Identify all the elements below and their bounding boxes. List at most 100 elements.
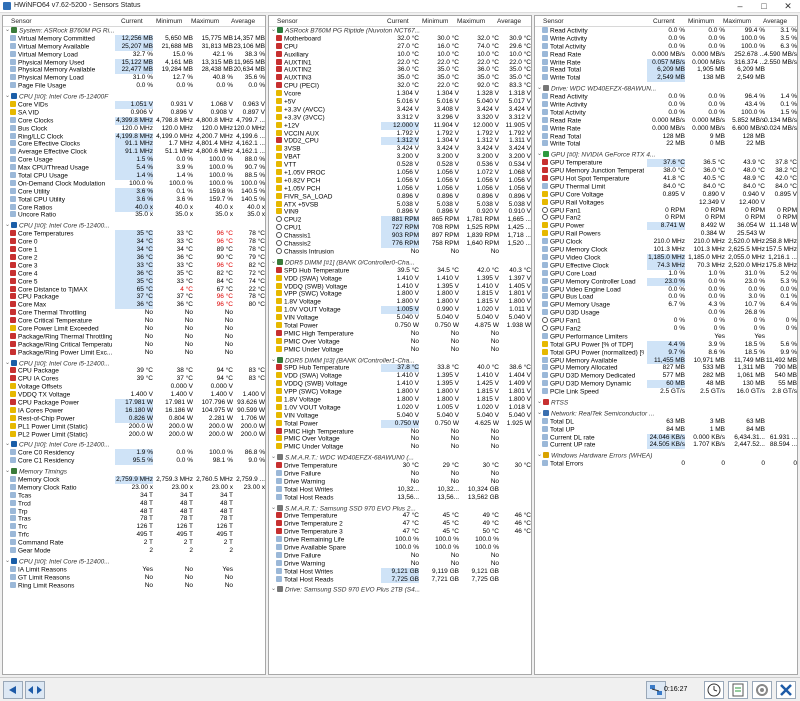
sensor-row[interactable]: Virtual Memory Load 32.7 % 15.0 % 42.1 % 38.…	[3, 50, 265, 59]
collapse-chevron-icon[interactable]: ⌄	[5, 27, 10, 35]
sensor-row[interactable]: 1.8V Voltage 1.800 V 1.800 V 1.815 V 1.800 V	[269, 298, 531, 306]
sensor-row[interactable]: Max CPU/Thread Usage 5.4 % 3.9 % 100.0 % 90.…	[3, 164, 265, 173]
collapse-left-icon[interactable]	[3, 681, 23, 699]
sensor-row[interactable]: Total Power 0.750 W 0.750 W 4.625 W 1.925 W	[269, 419, 531, 428]
sensor-group-header[interactable]: ⌄ RTSS	[535, 398, 797, 407]
sensor-row[interactable]: Tras 78 T 78 T 78 T	[3, 515, 265, 523]
header-maximum[interactable]: Maximum	[191, 18, 219, 25]
header-average[interactable]: Average	[763, 18, 787, 25]
sensor-row[interactable]: CPU Package Power 17.981 W 17.981 W 107.796…	[3, 398, 265, 407]
collapse-chevron-icon[interactable]: ⌄	[537, 85, 542, 93]
collapse-chevron-icon[interactable]: ⌄	[271, 27, 276, 35]
sensor-row[interactable]: Total Activity 0.0 % 0.0 % 100.0 % 1.5 %	[535, 108, 797, 117]
sensor-row[interactable]: Trcd 48 T 48 T 48 T	[3, 499, 265, 508]
sensor-row[interactable]: Drive Temperature 30 °C 29 °C 30 °C 30 °C	[269, 462, 531, 470]
sensor-row[interactable]: GPU Memory Junction Temperature 38.0 °C 36…	[535, 167, 797, 175]
sensor-row[interactable]: Trfc 495 T 495 T 495 T	[3, 531, 265, 539]
sensor-row[interactable]: Command Rate 2 T 2 T 2 T	[3, 539, 265, 547]
clock-icon[interactable]	[704, 681, 724, 699]
sensor-row[interactable]: FIVR_SA_LOAD 0.896 V 0.896 V 0.896 V 0.896 V	[269, 192, 531, 201]
sensor-row[interactable]: Read Activity 0.0 % 0.0 % 99.4 % 3.1 %	[535, 27, 797, 35]
expand-arrows-icon[interactable]	[25, 681, 45, 699]
sensor-row[interactable]: GPU D3D Memory Dynamic 60 MB 48 MB 130 MB 55…	[535, 380, 797, 389]
sensor-row[interactable]: CPU IA Cores 39 °C 37 °C 94 °C 83 °C	[3, 375, 265, 383]
sensor-row[interactable]: GPU Fan1 0 % 0 % 0 % 0 %	[535, 317, 797, 325]
sensor-row[interactable]: Write Rate 0.057 MB/s 0.000 MB/s 316.374 ..…	[535, 58, 797, 67]
network-icon[interactable]	[646, 681, 666, 699]
collapse-chevron-icon[interactable]: ⌄	[271, 357, 276, 365]
sensor-row[interactable]: PMIC High Temperature No No No	[269, 329, 531, 338]
sensor-row[interactable]: GPU Hot Spot Temperature 41.8 °C 40.5 °C 48…	[535, 175, 797, 183]
sensor-row[interactable]: Virtual Memory Committed 12,256 MB 5,650 M…	[3, 34, 265, 43]
header-current[interactable]: Current	[387, 18, 409, 25]
sensor-row[interactable]: VIN Voltage 5.040 V 5.040 V 5.040 V 5.040 V	[269, 411, 531, 420]
sensor-row[interactable]: Physical Memory Used 15,122 MB 4,161 MB 13,…	[3, 58, 265, 67]
sensor-row[interactable]: Average Effective Clock 91.1 MHz 51.1 MHz 4…	[3, 148, 265, 157]
sensor-row[interactable]: GPU Bus Load 0.0 % 0.0 % 3.0 % 0.1 %	[535, 293, 797, 301]
sensor-row[interactable]: +1.05V PCH 1.056 V 1.056 V 1.056 V 1.056 V	[269, 184, 531, 193]
collapse-chevron-icon[interactable]: ⌄	[271, 259, 276, 267]
sensor-row[interactable]: Core Max 36 °C 36 °C 96 °C 80 °C	[3, 301, 265, 310]
sensor-row[interactable]: GPU Power 8.741 W 8.492 W 36.054 W 11.148 W	[535, 222, 797, 231]
sensor-row[interactable]: SA VID 0.906 V 0.896 V 0.908 V 0.897 V	[3, 108, 265, 117]
sensor-row[interactable]: Core 0 34 °C 33 °C 96 °C 78 °C	[3, 238, 265, 247]
sensor-row[interactable]: VDDQ (SWB) Voltage 1.410 V 1.395 V 1.410 V 1…	[269, 282, 531, 291]
sensor-row[interactable]: Package/Ring Thermal Throttling No No No	[3, 332, 265, 341]
sensor-row[interactable]: PMIC Under Voltage No No No	[269, 345, 531, 354]
sensor-row[interactable]: Core C1 Residency 95.5 % 0.0 % 98.1 % 9.0 %	[3, 457, 265, 466]
sensor-row[interactable]: Memory Clock Ratio 23.00 x 23.00 x 23.00 x 2…	[3, 483, 265, 492]
sensor-row[interactable]: Total Activity 0.0 % 0.0 % 100.0 % 6.3 %	[535, 42, 797, 51]
sensor-row[interactable]: GPU Performance Limiters Yes Yes	[535, 332, 797, 341]
header-average[interactable]: Average	[497, 18, 521, 25]
column-header[interactable]: Sensor Current Minimum Maximum Average	[535, 16, 797, 27]
sensor-group-header[interactable]: ⌄ DDR5 DIMM [#1] (BANK 0/Controller0-Cha.…	[269, 258, 531, 267]
sensor-row[interactable]: Package/Ring Power Limit Exc... No No No	[3, 348, 265, 357]
collapse-chevron-icon[interactable]: ⌄	[271, 454, 276, 462]
sensor-row[interactable]: GPU Video Engine Load 0.0 % 0.0 % 0.0 % 0.0 …	[535, 285, 797, 294]
collapse-chevron-icon[interactable]: ⌄	[5, 558, 10, 566]
sensor-row[interactable]: Ring Limit Reasons No No No	[3, 581, 265, 590]
sensor-pane-2[interactable]: Sensor Current Minimum Maximum Average ⌄…	[268, 15, 532, 675]
sensor-row[interactable]: Core 3 33 °C 33 °C 96 °C 82 °C	[3, 261, 265, 270]
sensor-row[interactable]: Bus Clock 120.0 MHz 120.0 MHz 120.0 MHz 120.…	[3, 124, 265, 133]
collapse-chevron-icon[interactable]: ⌄	[5, 468, 10, 476]
sensor-row[interactable]: Core Critical Temperature No No No	[3, 317, 265, 325]
sensor-row[interactable]: VTT 0.528 V 0.528 V 0.536 V 0.534 V	[269, 161, 531, 169]
collapse-chevron-icon[interactable]: ⌄	[5, 93, 10, 101]
settings-icon[interactable]	[752, 681, 772, 699]
sensor-row[interactable]: SPD Hub Temperature 37.8 °C 33.8 °C 40.0 °C…	[269, 364, 531, 373]
sensor-row[interactable]: PMIC Over Voltage No No No	[269, 337, 531, 346]
sensor-row[interactable]: GPU Effective Clock 74.3 MHz 70.3 MHz 2,520…	[535, 261, 797, 270]
sensor-row[interactable]: 1.0V VOUT Voltage 1.020 V 1.005 V 1.020 V 1.…	[269, 403, 531, 412]
sensor-row[interactable]: VDD2_CPU 1.312 V 1.304 V 1.312 V 1.311 V	[269, 137, 531, 146]
sensor-row[interactable]: Core 5 35 °C 33 °C 84 °C 74 °C	[3, 277, 265, 286]
sensor-row[interactable]: Drive Warning No No No	[269, 477, 531, 486]
header-sensor[interactable]: Sensor	[277, 18, 298, 25]
sensor-row[interactable]: Page File Usage 0.0 % 0.0 % 0.0 % 0.0 %	[3, 82, 265, 90]
sensor-row[interactable]: Core Effective Clocks 91.1 MHz 1.7 MHz 4,80…	[3, 140, 265, 149]
sensor-row[interactable]: VDD (SWA) Voltage 1.410 V 1.410 V 1.395 V 1.…	[269, 274, 531, 283]
sensor-row[interactable]: GPU Fan1 0 RPM 0 RPM 0 RPM 0 RPM	[535, 206, 797, 215]
collapse-chevron-icon[interactable]: ⌄	[537, 452, 542, 460]
sensor-row[interactable]: Core Ratios 40.0 x 40.0 x 40.0 x 40.0 x	[3, 203, 265, 212]
sensor-row[interactable]: Read Rate 0.000 MB/s 0.000 MB/s 252.678 ...…	[535, 50, 797, 59]
sensor-row[interactable]: Write Activity 0.0 % 0.0 % 100.0 % 3.5 %	[535, 34, 797, 43]
header-sensor[interactable]: Sensor	[543, 18, 564, 25]
sensor-pane-1[interactable]: Sensor Current Minimum Maximum Average ⌄…	[2, 15, 266, 675]
sensor-row[interactable]: Physical Memory Available 22,477 MB 19,284…	[3, 66, 265, 75]
sensor-row[interactable]: Core Clocks 4,399.8 MHz 4,798.8 MHz 4,800.8…	[3, 116, 265, 125]
sensor-row[interactable]: VBAT 3.200 V 3.200 V 3.200 V 3.200 V	[269, 153, 531, 161]
sensor-row[interactable]: Total CPU Utility 3.6 % 3.6 % 159.7 % 140.5 …	[3, 195, 265, 204]
column-header[interactable]: Sensor Current Minimum Maximum Average	[3, 16, 265, 27]
sensor-row[interactable]: Core 4 36 °C 35 °C 82 °C 72 °C	[3, 269, 265, 278]
sensor-row[interactable]: Current UP rate 24.505 KB/s 1.707 KB/s 2,44…	[535, 441, 797, 450]
sensor-row[interactable]: GPU Clock 210.0 MHz 210.0 MHz 2,520.0 MHz 25…	[535, 238, 797, 246]
header-average[interactable]: Average	[231, 18, 255, 25]
column-header[interactable]: Sensor Current Minimum Maximum Average	[269, 16, 531, 27]
sensor-row[interactable]: Vcore 1.304 V 1.304 V 1.328 V 1.318 V	[269, 90, 531, 98]
header-current[interactable]: Current	[653, 18, 675, 25]
sensor-row[interactable]: Core Thermal Throttling No No No	[3, 309, 265, 317]
sensor-row[interactable]: GPU Memory Usage 6.7 % 4.3 % 10.7 % 6.4 %	[535, 301, 797, 309]
sensor-row[interactable]: GPU Rail Voltages 12.349 V 12.400 V	[535, 198, 797, 207]
sensor-row[interactable]: GPU Fan2 0 % 0 % 0 % 0 %	[535, 324, 797, 333]
